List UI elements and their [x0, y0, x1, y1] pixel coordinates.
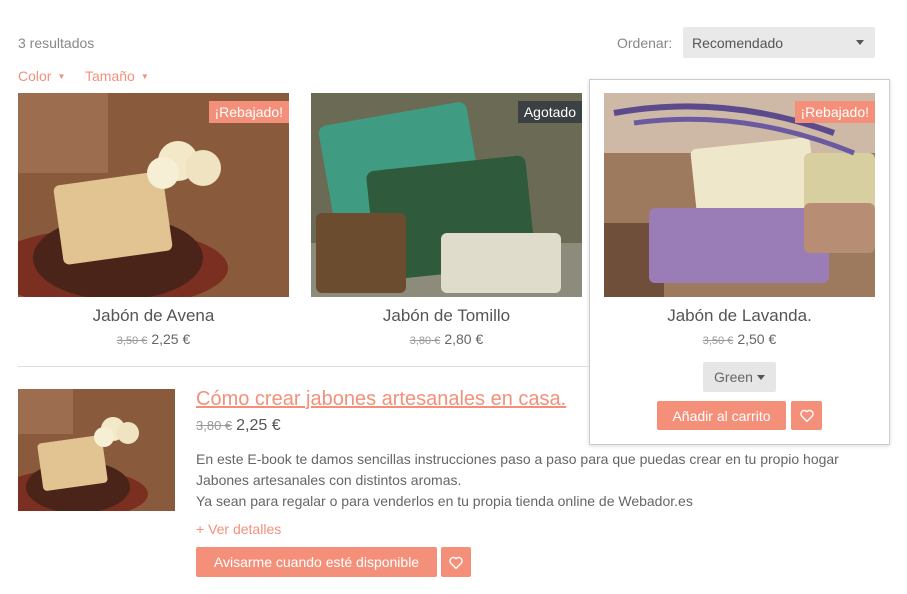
product-title-tomillo[interactable]: Jabón de Tomillo — [311, 306, 582, 326]
heart-icon — [449, 556, 463, 569]
product-image-avena[interactable]: ¡Rebajado! — [18, 93, 289, 297]
caret-down-icon: ▼ — [140, 71, 149, 81]
variant-select-value: Green — [714, 369, 753, 385]
featured-old-price: 3,80 € — [196, 418, 233, 433]
featured-price: 2,25 € — [236, 417, 281, 434]
product-badge: ¡Rebajado! — [794, 101, 875, 123]
filter-color[interactable]: Color ▼ — [18, 68, 65, 84]
featured-description-line: Jabones artesanales con distintos aromas… — [196, 472, 462, 488]
product-price: 2,25 € — [151, 331, 191, 347]
view-details-link[interactable]: + Ver detalles — [196, 521, 281, 537]
product-old-price: 3,80 € — [409, 335, 441, 347]
notify-when-available-button[interactable]: Avisarme cuando esté disponible — [196, 547, 437, 577]
product-price: 2,80 € — [444, 331, 484, 347]
product-old-price: 3,50 € — [116, 335, 148, 347]
sort-select[interactable]: Recomendado — [683, 27, 875, 58]
product-title-avena[interactable]: Jabón de Avena — [18, 306, 289, 326]
divider — [18, 366, 589, 367]
filter-color-label: Color — [18, 68, 52, 84]
featured-image[interactable] — [18, 389, 175, 511]
product-title-lavanda[interactable]: Jabón de Lavanda. — [604, 306, 875, 326]
filter-size[interactable]: Tamaño ▼ — [85, 68, 149, 84]
chevron-down-icon — [856, 40, 864, 45]
featured-description-line: Ya sean para regalar o para venderlos en… — [196, 493, 693, 509]
caret-down-icon: ▼ — [57, 71, 66, 81]
sort-select-value: Recomendado — [692, 34, 784, 51]
wishlist-button[interactable] — [791, 401, 822, 430]
filter-size-label: Tamaño — [85, 68, 135, 84]
chevron-down-icon — [756, 374, 765, 380]
featured-title-link[interactable]: Cómo crear jabones artesanales en casa. — [196, 388, 566, 411]
product-image-lavanda[interactable]: ¡Rebajado! — [604, 93, 875, 297]
add-to-cart-button[interactable]: Añadir al carrito — [657, 401, 786, 430]
product-badge: Agotado — [517, 101, 582, 123]
wishlist-button[interactable] — [441, 547, 471, 577]
heart-icon — [799, 409, 814, 422]
sort-label: Ordenar: — [617, 35, 673, 51]
results-count: 3 resultados — [18, 35, 95, 51]
product-image-tomillo[interactable]: Agotado — [311, 93, 582, 297]
featured-description-line: En este E-book te damos sencillas instru… — [196, 451, 839, 467]
product-price: 2,50 € — [737, 331, 777, 347]
product-old-price: 3,50 € — [702, 335, 734, 347]
product-badge: ¡Rebajado! — [208, 101, 289, 123]
variant-select[interactable]: Green — [703, 362, 776, 392]
featured-description: En este E-book te damos sencillas instru… — [196, 449, 886, 512]
